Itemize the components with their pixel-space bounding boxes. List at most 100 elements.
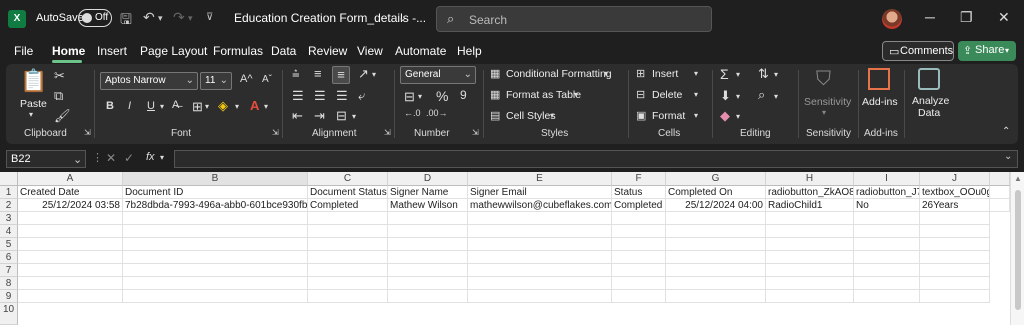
column-header-i[interactable]: I (854, 172, 920, 186)
column-header-k[interactable] (990, 172, 1010, 186)
vertical-scrollbar[interactable]: ▲ (1010, 172, 1024, 325)
column-header-g[interactable]: G (666, 172, 766, 186)
redo-dropdown-icon[interactable]: ▾ (188, 13, 193, 24)
align-center-icon[interactable]: ☰ (314, 88, 326, 104)
table-cell[interactable] (308, 290, 388, 303)
table-chevron-icon[interactable]: ▾ (574, 90, 578, 99)
align-top-icon[interactable]: ⩮ (292, 66, 300, 82)
conditional-formatting-icon[interactable]: ▦ (490, 67, 500, 80)
table-cell[interactable] (18, 290, 123, 303)
comments-button[interactable]: ▭ Comments (882, 41, 954, 61)
format-button[interactable]: Format (652, 110, 685, 122)
table-cell[interactable] (766, 264, 854, 277)
table-cell[interactable]: 25/12/2024 03:58 (18, 199, 123, 212)
table-cell[interactable] (123, 212, 308, 225)
sort-chevron-icon[interactable]: ▾ (774, 70, 778, 79)
cell-styles-button[interactable]: Cell Styles (506, 110, 556, 122)
table-cell[interactable] (468, 277, 612, 290)
align-right-icon[interactable]: ☰ (336, 88, 348, 104)
format-as-table-button[interactable]: Format as Table (506, 89, 581, 101)
tab-file[interactable]: File (14, 44, 33, 58)
title-chevron-icon[interactable]: ⌄ (398, 11, 407, 24)
column-header-e[interactable]: E (468, 172, 612, 186)
accounting-format-icon[interactable]: ⊟ (404, 89, 415, 105)
row-header[interactable]: 5 (0, 238, 18, 251)
table-cell[interactable] (468, 290, 612, 303)
avatar[interactable] (882, 9, 902, 29)
font-launcher-icon[interactable]: ⇲ (272, 128, 279, 137)
table-cell[interactable] (766, 277, 854, 290)
fill-color-chevron-icon[interactable]: ▾ (235, 102, 239, 111)
wrap-text-icon[interactable]: ⤶ (358, 88, 365, 104)
save-icon[interactable]: 🖫 (120, 9, 132, 33)
orientation-chevron-icon[interactable]: ▾ (372, 70, 376, 79)
tab-automate[interactable]: Automate (395, 44, 446, 58)
table-cell[interactable] (920, 225, 990, 238)
worksheet-grid[interactable]: A B C D E F G H I J 1 2 3 4 5 6 7 8 9 10… (0, 172, 1024, 325)
table-cell[interactable] (854, 212, 920, 225)
table-cell[interactable] (388, 264, 468, 277)
decrease-indent-icon[interactable]: ⇤ (292, 108, 303, 124)
tab-view[interactable]: View (357, 44, 383, 58)
decrease-decimal-icon[interactable]: .00→ (426, 108, 448, 118)
table-cell[interactable] (18, 212, 123, 225)
italic-icon[interactable]: I (128, 100, 131, 112)
align-middle-icon[interactable]: ≡ (314, 66, 322, 81)
undo-icon[interactable]: ↶ (143, 9, 155, 26)
column-header-b[interactable]: B (123, 172, 308, 186)
table-cell[interactable] (468, 225, 612, 238)
insert-cells-icon[interactable]: ⊞ (636, 67, 645, 80)
table-cell[interactable] (666, 290, 766, 303)
table-cell[interactable]: 26Years (920, 199, 990, 212)
table-cell[interactable] (666, 225, 766, 238)
column-header-c[interactable]: C (308, 172, 388, 186)
sensitivity-chevron-icon[interactable]: ▾ (822, 108, 826, 117)
format-cells-icon[interactable]: ▣ (636, 109, 646, 122)
format-painter-icon[interactable]: 🖌 (54, 108, 71, 124)
insert-button[interactable]: Insert (652, 68, 678, 80)
table-cell[interactable] (468, 264, 612, 277)
table-cell[interactable] (308, 212, 388, 225)
copy-icon[interactable]: ⧉ (54, 88, 63, 104)
fx-chevron-icon[interactable]: ▾ (160, 153, 164, 162)
number-launcher-icon[interactable]: ⇲ (472, 128, 479, 137)
insert-function-icon[interactable]: fx (146, 151, 155, 163)
increase-indent-icon[interactable]: ⇥ (314, 108, 325, 124)
close-icon[interactable]: ✕ (998, 9, 1010, 26)
cell-styles-chevron-icon[interactable]: ▾ (550, 111, 554, 120)
table-cell[interactable] (990, 199, 1010, 212)
analyze-data-line1[interactable]: Analyze (912, 95, 949, 107)
enter-icon[interactable]: ✓ (124, 151, 134, 165)
table-cell[interactable] (766, 251, 854, 264)
clear-icon[interactable]: ◆ (720, 108, 730, 124)
table-cell[interactable]: Signer Name (388, 186, 468, 199)
autosave-toggle[interactable]: Off (78, 9, 112, 27)
autosum-chevron-icon[interactable]: ▾ (736, 70, 740, 79)
cancel-icon[interactable]: ✕ (106, 151, 116, 165)
clear-chevron-icon[interactable]: ▾ (736, 112, 740, 121)
add-ins-button[interactable]: Add-ins (862, 96, 898, 108)
paste-chevron-icon[interactable]: ▾ (29, 110, 33, 119)
table-cell[interactable]: mathewwilson@cubeflakes.com (468, 199, 612, 212)
minimize-icon[interactable]: ─ (925, 9, 935, 25)
font-name-select[interactable]: Aptos Narrow ⌄ (100, 72, 198, 90)
table-cell[interactable] (388, 225, 468, 238)
table-cell[interactable] (123, 238, 308, 251)
table-cell[interactable]: Completed On (666, 186, 766, 199)
collapse-ribbon-icon[interactable]: ⌃ (1002, 126, 1010, 137)
table-cell[interactable] (766, 290, 854, 303)
name-box[interactable]: B22 ⌄ (6, 150, 86, 168)
column-header-a[interactable]: A (18, 172, 123, 186)
table-cell[interactable]: 25/12/2024 04:00 (666, 199, 766, 212)
table-cell[interactable] (308, 225, 388, 238)
delete-chevron-icon[interactable]: ▾ (694, 90, 698, 99)
row-header[interactable]: 3 (0, 212, 18, 225)
underline-chevron-icon[interactable]: ▾ (160, 102, 164, 111)
row-header[interactable]: 1 (0, 186, 18, 199)
format-as-table-icon[interactable]: ▦ (490, 88, 500, 101)
customize-toolbar-icon[interactable]: ⊽ (206, 12, 213, 23)
table-cell[interactable] (468, 238, 612, 251)
borders-chevron-icon[interactable]: ▾ (205, 102, 209, 111)
table-cell[interactable] (388, 251, 468, 264)
table-cell[interactable] (18, 277, 123, 290)
